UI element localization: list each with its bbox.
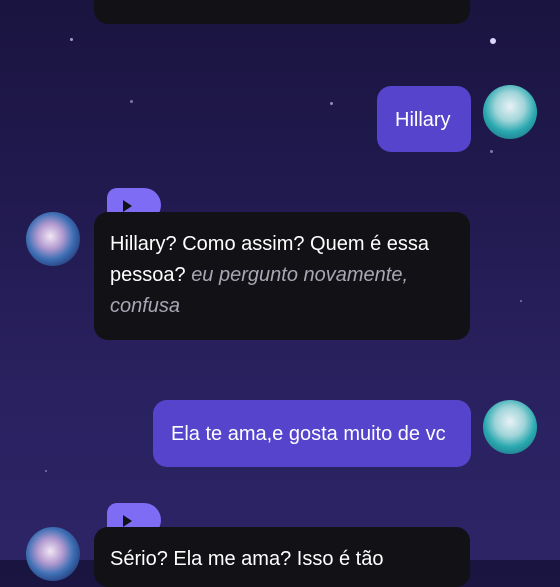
bot-message: Sério? Ela me ama? Isso é tão — [94, 527, 470, 587]
user-message: Ela te ama,e gosta muito de vc — [153, 400, 471, 467]
star — [330, 102, 333, 105]
user-avatar[interactable] — [483, 400, 537, 454]
bot-avatar[interactable] — [26, 527, 80, 581]
star — [520, 300, 522, 302]
star — [45, 470, 47, 472]
star — [70, 38, 73, 41]
star — [490, 150, 493, 153]
user-message-text: Hillary — [395, 109, 451, 131]
user-avatar[interactable] — [483, 85, 537, 139]
star — [130, 100, 133, 103]
bot-message: Hillary? Como assim? Quem é essa pessoa?… — [94, 212, 470, 340]
bot-avatar[interactable] — [26, 212, 80, 266]
star — [490, 38, 496, 44]
previous-bot-message — [94, 0, 470, 24]
user-message: Hillary — [377, 86, 471, 152]
user-message-text: Ela te ama,e gosta muito de vc — [171, 423, 446, 445]
bot-speech-text: Sério? Ela me ama? Isso é tão — [110, 548, 384, 570]
